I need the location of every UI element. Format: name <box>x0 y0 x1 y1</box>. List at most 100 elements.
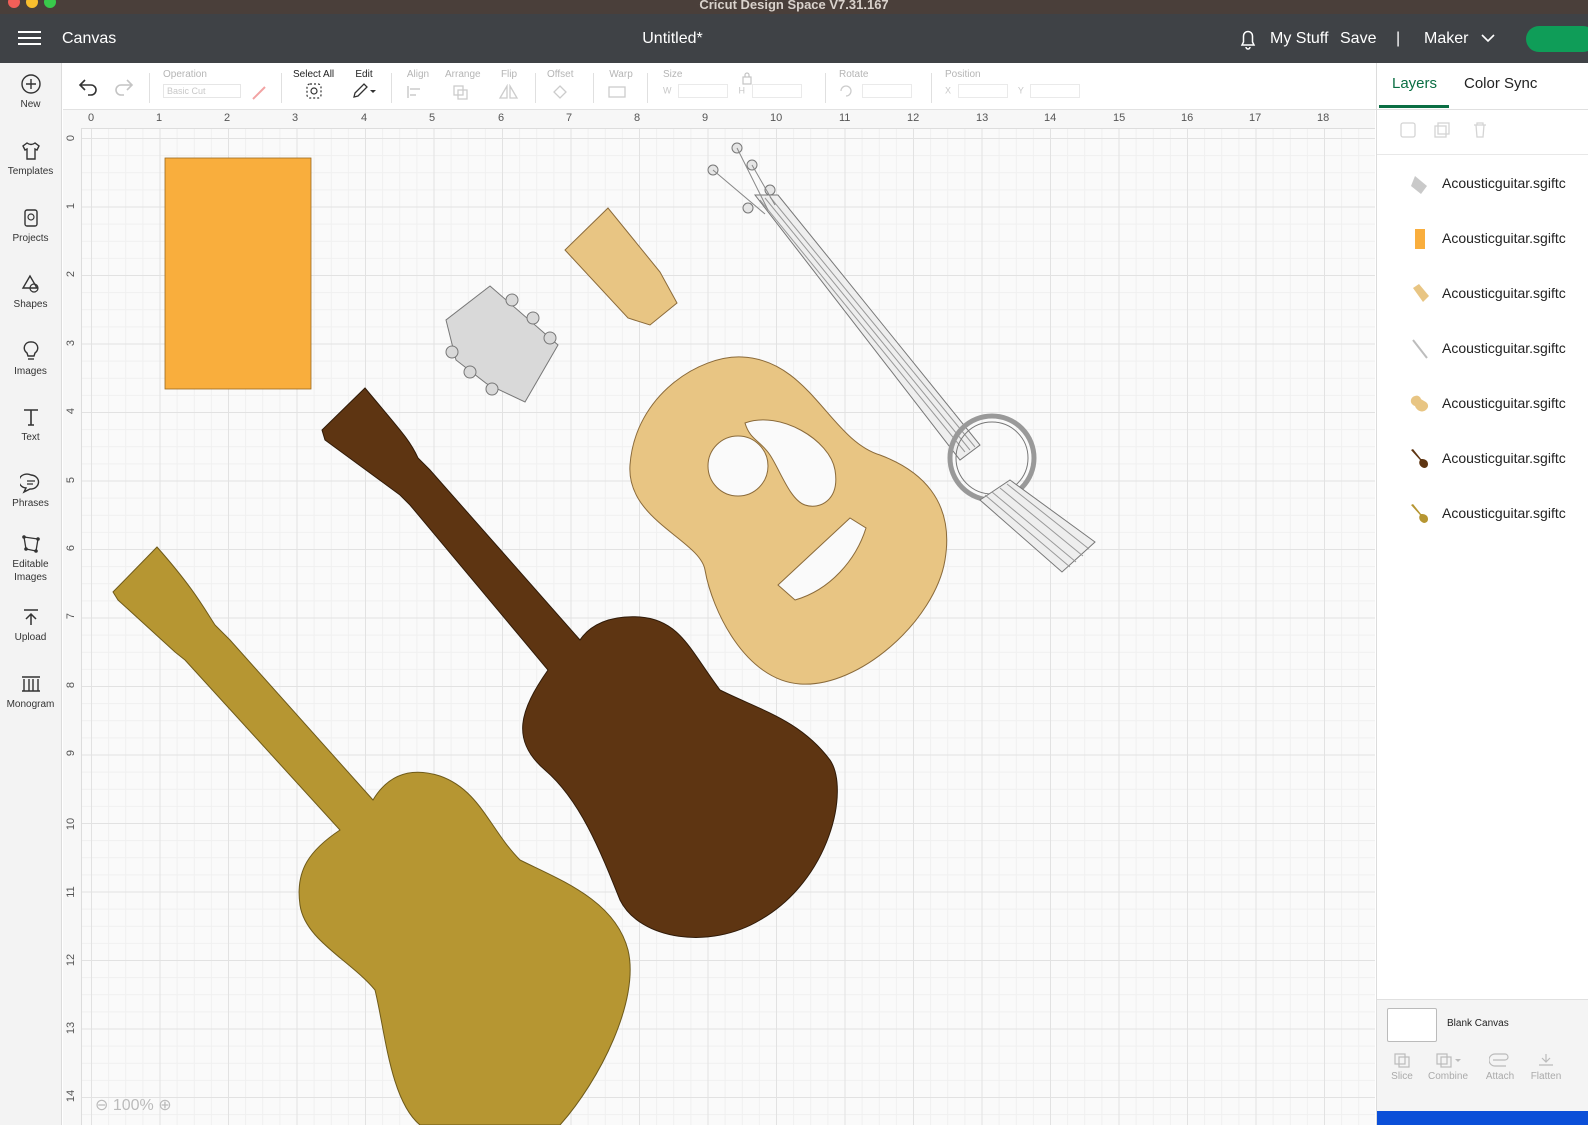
ruler-tick-label: 9 <box>702 112 709 124</box>
sidebar-item-images[interactable]: Images <box>0 340 61 378</box>
layer-row[interactable]: Acousticguitar.sgiftc <box>1377 156 1588 211</box>
x-label: X <box>945 85 952 96</box>
group-icon[interactable] <box>1399 121 1417 144</box>
blank-canvas-swatch[interactable] <box>1387 1008 1437 1042</box>
sound-hole <box>707 435 769 497</box>
attach-label: Attach <box>1485 1071 1515 1082</box>
layer-name: Acousticguitar.sgiftc <box>1442 340 1566 356</box>
ruler-tick-label: 13 <box>976 112 989 124</box>
ruler-tick-label: 15 <box>1113 112 1126 124</box>
make-it-button[interactable] <box>1526 26 1588 52</box>
size-group: Size W H <box>663 69 802 98</box>
layer-name: Acousticguitar.sgiftc <box>1442 230 1566 246</box>
layers-panel: Layers Color Sync Acousticguitar.sgiftc … <box>1376 63 1588 1125</box>
tan-headstock-icon <box>1413 284 1429 302</box>
ruler-tick-label: 14 <box>65 1089 77 1103</box>
document-title[interactable]: Untitled* <box>0 14 1345 63</box>
height-input[interactable] <box>751 84 802 98</box>
arrange-menu[interactable]: Arrange <box>445 69 481 105</box>
zoom-in-icon[interactable]: ⊕ <box>158 1097 171 1114</box>
my-stuff-link[interactable]: My Stuff <box>1270 14 1328 63</box>
align-menu[interactable]: Align <box>406 69 430 105</box>
sidebar-label: Templates <box>7 166 54 177</box>
blank-canvas-label: Blank Canvas <box>1447 1018 1509 1029</box>
layer-row[interactable]: Acousticguitar.sgiftc <box>1377 431 1588 486</box>
sidebar-item-text[interactable]: Text <box>0 406 61 444</box>
orange-rectangle[interactable] <box>164 157 312 390</box>
warp-menu[interactable]: Warp <box>607 69 635 105</box>
sidebar-item-projects[interactable]: Projects <box>0 207 61 245</box>
arrange-label: Arrange <box>445 69 481 80</box>
width-label: W <box>663 85 672 96</box>
sidebar-item-templates[interactable]: Templates <box>0 140 61 178</box>
window-title-bar: Cricut Design Space V7.31.167 <box>0 0 1588 14</box>
arrange-icon <box>453 85 468 100</box>
toolbar-divider <box>391 73 392 103</box>
gray-headstock-icon <box>1411 176 1427 194</box>
layer-name: Acousticguitar.sgiftc <box>1442 285 1566 301</box>
zoom-out-icon[interactable]: ⊖ <box>95 1097 108 1114</box>
select-all-icon <box>305 83 322 99</box>
sidebar-item-monogram[interactable]: Monogram <box>0 673 61 711</box>
toolbar-divider <box>281 73 282 103</box>
design-canvas[interactable] <box>63 110 1375 1125</box>
ruler-tick-label: 13 <box>65 1021 77 1035</box>
tan-headstock[interactable] <box>564 207 678 326</box>
tab-layers[interactable]: Layers <box>1392 75 1437 92</box>
canvas-artwork <box>112 142 1096 1125</box>
sidebar-item-editable-images[interactable]: Editable Images <box>0 533 61 584</box>
toolbar-divider <box>931 73 932 103</box>
toolbar-divider <box>1377 154 1588 155</box>
y-input[interactable] <box>1030 84 1081 98</box>
offset-button[interactable]: Offset <box>547 69 574 105</box>
rotate-input[interactable] <box>861 84 912 98</box>
ruler-tick-label: 17 <box>1249 112 1262 124</box>
layer-row[interactable]: Acousticguitar.sgiftc <box>1377 321 1588 376</box>
zoom-control[interactable]: ⊖ 100% ⊕ <box>95 1095 172 1115</box>
width-input[interactable] <box>678 84 729 98</box>
slice-button[interactable]: Slice <box>1379 1052 1425 1082</box>
flatten-button[interactable]: Flatten <box>1523 1052 1569 1082</box>
operation-group[interactable]: Operation Basic Cut <box>163 69 241 98</box>
layer-row[interactable]: Acousticguitar.sgiftc <box>1377 211 1588 266</box>
edit-menu[interactable]: Edit <box>351 69 377 105</box>
undo-icon[interactable] <box>77 76 99 101</box>
duplicate-icon[interactable] <box>1433 121 1451 144</box>
ruler-tick-label: 5 <box>65 476 77 484</box>
ruler-tick-label: 0 <box>88 112 95 124</box>
ruler-tick-label: 8 <box>634 112 641 124</box>
ruler-tick-label: 10 <box>770 112 783 124</box>
rotate-group: Rotate <box>839 69 912 98</box>
trash-icon[interactable] <box>1471 121 1489 144</box>
size-label: Size <box>663 69 683 80</box>
rotate-icon <box>840 85 852 97</box>
layer-row[interactable]: Acousticguitar.sgiftc <box>1377 486 1588 541</box>
size-fields: W H <box>663 84 802 98</box>
redo-icon[interactable] <box>113 76 135 101</box>
tab-divider <box>1377 109 1588 110</box>
flip-label: Flip <box>500 69 518 80</box>
make-bar[interactable] <box>1377 1111 1588 1125</box>
flip-menu[interactable]: Flip <box>497 69 521 105</box>
sidebar-item-upload[interactable]: Upload <box>0 606 61 644</box>
layer-row[interactable]: Acousticguitar.sgiftc <box>1377 376 1588 431</box>
machine-select[interactable]: Maker <box>1424 14 1495 63</box>
operation-select[interactable]: Basic Cut <box>163 84 241 98</box>
tab-color-sync[interactable]: Color Sync <box>1464 75 1537 92</box>
x-input[interactable] <box>957 84 1008 98</box>
speech-bubble-icon <box>19 473 39 494</box>
combine-button[interactable]: Combine <box>1425 1052 1471 1082</box>
gray-headstock[interactable] <box>445 285 559 403</box>
ruler-tick-label: 2 <box>224 112 231 124</box>
lock-icon[interactable] <box>741 71 753 90</box>
sidebar-item-new[interactable]: New <box>0 73 61 111</box>
sidebar-item-phrases[interactable]: Phrases <box>0 472 61 510</box>
layer-row[interactable]: Acousticguitar.sgiftc <box>1377 266 1588 321</box>
toolbar-divider <box>825 73 826 103</box>
select-all-button[interactable]: Select All <box>293 69 334 105</box>
save-button[interactable]: Save <box>1340 14 1376 63</box>
linetype-color-icon[interactable] <box>251 85 267 106</box>
ruler-tick-label: 8 <box>65 681 77 689</box>
sidebar-item-shapes[interactable]: Shapes <box>0 273 61 311</box>
attach-button[interactable]: Attach <box>1477 1052 1523 1082</box>
